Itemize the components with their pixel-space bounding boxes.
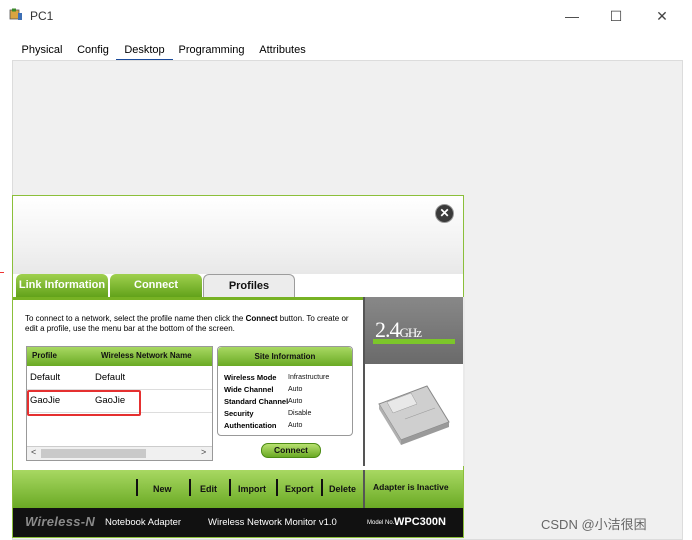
pc-app-icon	[9, 8, 22, 20]
site-standard-channel: Standard Channel Auto	[224, 397, 303, 406]
profile-network: Default	[95, 372, 126, 383]
tab-attributes[interactable]: Attributes	[255, 41, 310, 60]
scroll-thumb[interactable]	[41, 449, 146, 458]
delete-profile-button[interactable]: Delete	[329, 484, 356, 494]
profile-list-header: Profile Wireless Network Name	[27, 347, 212, 366]
selected-profile-highlight	[27, 390, 141, 416]
product-name: Notebook Adapter	[105, 517, 182, 528]
tab-desktop[interactable]: Desktop	[116, 41, 173, 61]
import-profile-button[interactable]: Import	[238, 484, 266, 494]
model-label: Model No.	[367, 520, 395, 526]
site-information-title: Site Information	[218, 347, 352, 366]
site-authentication: Authentication Auto	[224, 421, 303, 430]
adapter-panel: 2.4GHz	[363, 297, 465, 466]
connect-button[interactable]: Connect	[261, 443, 321, 458]
close-window-button[interactable]: ✕	[652, 8, 672, 25]
site-security: Security Disable	[224, 409, 312, 418]
tab-config[interactable]: Config	[74, 41, 112, 60]
profile-column-header: Profile	[32, 351, 57, 360]
profile-row-default[interactable]: Default Default	[27, 367, 212, 390]
scroll-left-arrow[interactable]: <	[31, 447, 36, 457]
new-profile-button[interactable]: New	[153, 484, 172, 494]
network-name-column-header: Wireless Network Name	[101, 351, 192, 360]
profile-horizontal-scrollbar[interactable]: < >	[27, 446, 212, 460]
edge-marker	[0, 272, 4, 273]
wireless-monitor-window: ✕ Link Information Connect Profiles To c…	[12, 195, 465, 538]
separator	[276, 479, 278, 496]
action-bar-divider	[363, 470, 365, 508]
adapter-status: Adapter is Inactive	[373, 482, 449, 492]
separator	[136, 479, 138, 496]
tab-profiles[interactable]: Profiles	[203, 274, 295, 298]
watermark: CSDN @小洁很困	[541, 517, 647, 532]
edit-profile-button[interactable]: Edit	[200, 484, 217, 494]
separator	[321, 479, 323, 496]
monitor-header: ✕	[13, 196, 463, 274]
band-badge: 2.4GHz	[365, 297, 463, 364]
brand-logo: Wireless-N	[25, 514, 96, 529]
model-number: WPC300N	[394, 516, 446, 528]
separator	[189, 479, 191, 496]
pc-card-icon	[378, 385, 450, 445]
tab-connect[interactable]: Connect	[110, 274, 202, 297]
site-information-panel: Site Information Wireless Mode Infrastruc…	[217, 346, 353, 436]
site-wireless-mode: Wireless Mode Infrastructure	[224, 373, 330, 382]
tab-programming[interactable]: Programming	[178, 41, 245, 60]
maximize-button[interactable]: ☐	[606, 8, 626, 25]
adapter-card-image	[365, 364, 463, 466]
minimize-button[interactable]: —	[562, 8, 582, 24]
monitor-close-button[interactable]: ✕	[435, 204, 454, 223]
export-profile-button[interactable]: Export	[285, 484, 314, 494]
scroll-right-arrow[interactable]: >	[201, 447, 206, 457]
window-title: PC1	[30, 9, 54, 23]
profile-name: Default	[30, 372, 61, 383]
separator	[229, 479, 231, 496]
title-bar: PC1 — ☐ ✕	[0, 0, 692, 32]
tab-physical[interactable]: Physical	[15, 41, 69, 60]
tab-link-information[interactable]: Link Information	[16, 274, 108, 297]
site-wide-channel: Wide Channel Auto	[224, 385, 303, 394]
band-underline	[373, 339, 455, 344]
monitor-tabbar: Link Information Connect Profiles	[13, 274, 463, 298]
profiles-instructions: To connect to a network, select the prof…	[25, 314, 349, 333]
app-name: Wireless Network Monitor v1.0	[208, 517, 337, 528]
